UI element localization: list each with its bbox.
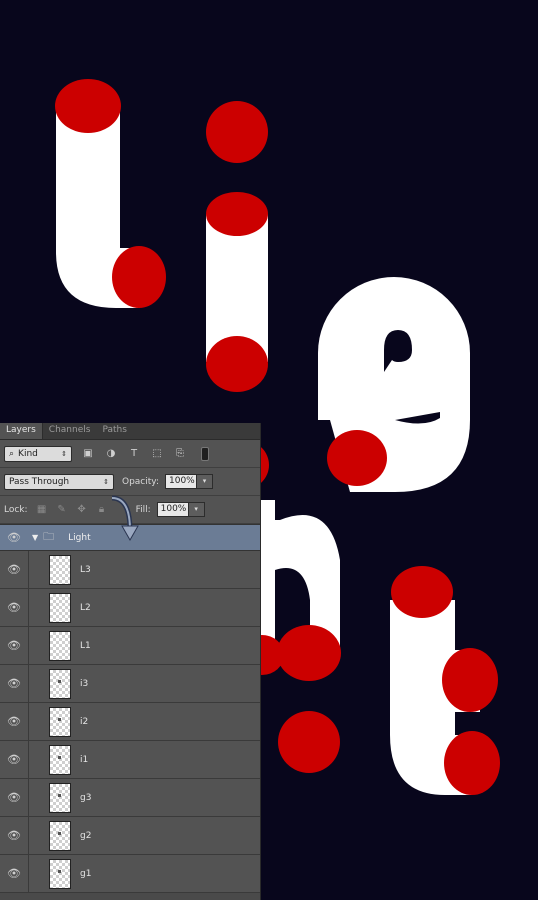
visibility-eye-icon[interactable]: 👁︎ bbox=[0, 867, 28, 880]
layer-name: i2 bbox=[80, 716, 89, 727]
image-filter-icon[interactable]: ▣ bbox=[81, 447, 95, 461]
fill-dropdown-arrow[interactable]: ▾ bbox=[188, 502, 205, 517]
layer-thumbnail bbox=[49, 820, 71, 851]
layer-name: g1 bbox=[80, 868, 92, 879]
updown-arrow-icon: ⇕ bbox=[103, 477, 109, 486]
visibility-eye-icon[interactable]: 👁︎ bbox=[0, 639, 28, 652]
letter-t bbox=[390, 566, 500, 795]
visibility-eye-icon[interactable]: 👁︎ bbox=[0, 715, 28, 728]
layer-name: L1 bbox=[80, 640, 91, 651]
blend-mode-value: Pass Through bbox=[9, 476, 70, 487]
opacity-dropdown-arrow[interactable]: ▾ bbox=[197, 474, 213, 489]
layer-row[interactable]: 👁︎ i2 bbox=[0, 703, 260, 741]
blend-mode-select[interactable]: Pass Through ⇕ bbox=[4, 473, 114, 490]
filter-row: ⌕ Kind ⇕ ▣ ◑ T ⬚ ⎘ bbox=[0, 440, 260, 468]
layer-row[interactable]: 👁︎ L2 bbox=[0, 589, 260, 627]
search-icon: ⌕ bbox=[9, 448, 15, 459]
lock-position-icon[interactable]: ✥ bbox=[76, 504, 88, 516]
layer-name: i1 bbox=[80, 754, 89, 765]
tab-channels[interactable]: Channels bbox=[43, 423, 97, 439]
layer-thumbnail bbox=[49, 858, 71, 889]
group-name: Light bbox=[68, 532, 91, 543]
letter-i bbox=[206, 101, 268, 392]
expand-triangle-icon[interactable]: ▼ bbox=[32, 533, 38, 542]
panel-tabs: Layers Channels Paths bbox=[0, 423, 260, 440]
layer-thumbnail bbox=[49, 630, 71, 661]
visibility-eye-icon[interactable]: 👁︎ bbox=[0, 601, 28, 614]
filter-kind-select[interactable]: ⌕ Kind ⇕ bbox=[4, 445, 72, 462]
layer-row[interactable]: 👁︎ g1 bbox=[0, 855, 260, 893]
folder-icon: 🗀︎ bbox=[43, 530, 55, 543]
type-filter-icon[interactable]: T bbox=[127, 447, 141, 461]
tab-layers[interactable]: Layers bbox=[0, 423, 43, 439]
filter-toggle-switch[interactable] bbox=[201, 446, 209, 461]
layer-thumbnail bbox=[49, 782, 71, 813]
layer-thumbnail bbox=[49, 706, 71, 737]
updown-arrow-icon: ⇕ bbox=[61, 449, 67, 458]
visibility-eye-icon[interactable]: 👁︎ bbox=[0, 531, 28, 544]
layer-name: i3 bbox=[80, 678, 89, 689]
layer-row[interactable]: 👁︎ g2 bbox=[0, 817, 260, 855]
visibility-eye-icon[interactable]: 👁︎ bbox=[0, 677, 28, 690]
letter-g bbox=[318, 277, 470, 492]
layer-row[interactable]: 👁︎ i1 bbox=[0, 741, 260, 779]
layer-name: L3 bbox=[80, 564, 91, 575]
lock-label: Lock: bbox=[4, 504, 28, 515]
smart-object-filter-icon[interactable]: ⎘ bbox=[173, 447, 187, 461]
adjustment-filter-icon[interactable]: ◑ bbox=[104, 447, 118, 461]
layer-row[interactable]: 👁︎ L3 bbox=[0, 551, 260, 589]
visibility-eye-icon[interactable]: 👁︎ bbox=[0, 753, 28, 766]
layer-row[interactable]: 👁︎ i3 bbox=[0, 665, 260, 703]
visibility-eye-icon[interactable]: 👁︎ bbox=[0, 791, 28, 804]
layer-row[interactable]: 👁︎ L1 bbox=[0, 627, 260, 665]
layer-thumbnail bbox=[49, 668, 71, 699]
drag-arrow-icon bbox=[111, 495, 139, 542]
tab-paths[interactable]: Paths bbox=[96, 423, 132, 439]
layer-name: g2 bbox=[80, 830, 92, 841]
layer-row[interactable]: 👁︎ g3 bbox=[0, 779, 260, 817]
lock-transparent-pixels-icon[interactable]: ▦ bbox=[36, 504, 48, 516]
layer-name: g3 bbox=[80, 792, 92, 803]
opacity-label: Opacity: bbox=[122, 476, 159, 487]
filter-kind-label: Kind bbox=[18, 448, 38, 459]
layer-thumbnail bbox=[49, 744, 71, 775]
lock-image-pixels-icon[interactable]: ✎ bbox=[56, 504, 68, 516]
letter-l bbox=[55, 79, 166, 308]
opacity-input[interactable]: 100% bbox=[165, 474, 197, 489]
shape-filter-icon[interactable]: ⬚ bbox=[150, 447, 164, 461]
layer-name: L2 bbox=[80, 602, 91, 613]
visibility-eye-icon[interactable]: 👁︎ bbox=[0, 829, 28, 842]
dot-shape bbox=[278, 711, 340, 773]
visibility-eye-icon[interactable]: 👁︎ bbox=[0, 563, 28, 576]
layer-thumbnail bbox=[49, 592, 71, 623]
fill-input[interactable]: 100% bbox=[156, 502, 189, 517]
layer-thumbnail bbox=[49, 554, 71, 585]
